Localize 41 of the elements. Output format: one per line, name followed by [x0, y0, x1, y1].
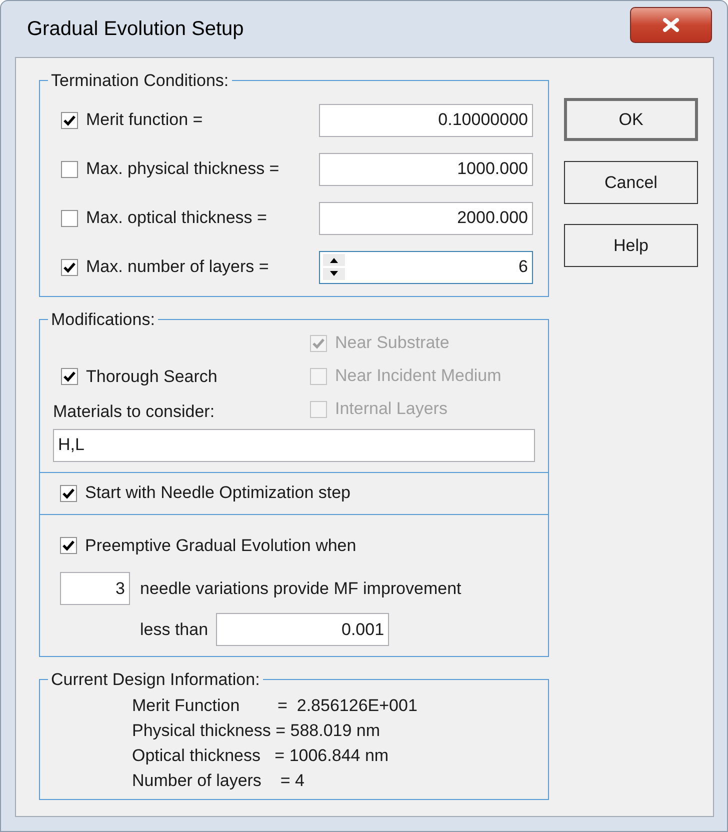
checkbox[interactable]	[61, 160, 78, 178]
value-field[interactable]: 2000.000	[319, 202, 533, 234]
checkbox[interactable]	[61, 368, 78, 386]
count-field[interactable]: 3	[60, 572, 130, 605]
checkbox[interactable]	[60, 536, 77, 554]
checkbox[interactable]	[61, 112, 78, 128]
checkbox[interactable]	[61, 258, 78, 276]
value-field[interactable]: 1000.000	[319, 152, 533, 186]
option-label: Thorough Search	[86, 366, 218, 388]
value-field[interactable]: 0.10000000	[319, 104, 533, 136]
window-title: Gradual Evolution Setup	[27, 17, 244, 42]
info-line: Optical thickness = 1006.844 nm	[132, 744, 390, 766]
dialog-button[interactable]: OK	[564, 98, 698, 141]
close-icon	[662, 18, 680, 32]
materials-label: Materials to consider:	[53, 401, 215, 423]
option-label: Internal Layers	[335, 398, 448, 420]
info-line: Number of layers = 4	[132, 770, 306, 792]
group-title: Modifications:	[50, 308, 156, 330]
materials-field[interactable]: H,L	[53, 428, 535, 462]
dialog-button[interactable]: Help	[564, 224, 698, 267]
dialog-button[interactable]: Cancel	[564, 161, 698, 204]
spinner-arrows-icon[interactable]	[323, 254, 345, 280]
option-label: Preemptive Gradual Evolution when	[85, 534, 356, 556]
group-title: Termination Conditions:	[50, 70, 230, 92]
less-than-label: less than	[140, 618, 208, 641]
checkbox[interactable]	[60, 484, 77, 502]
condition-text: needle variations provide MF improvement	[140, 578, 462, 600]
condition-label: Max. number of layers =	[86, 256, 269, 278]
condition-label: Merit function =	[86, 109, 203, 132]
info-line: Physical thickness = 588.019 nm	[132, 720, 382, 742]
condition-label: Max. physical thickness =	[86, 158, 280, 180]
close-button[interactable]	[630, 7, 712, 43]
condition-label: Max. optical thickness =	[86, 207, 267, 230]
threshold-field[interactable]: 0.001	[216, 613, 390, 646]
info-line: Merit Function = 2.856126E+001	[132, 694, 418, 716]
group-title: Current Design Information:	[50, 669, 261, 691]
spin-field[interactable]: 6	[319, 250, 533, 284]
option-label: Near Incident Medium	[335, 365, 502, 388]
checkbox[interactable]	[61, 210, 78, 226]
option-label: Start with Needle Optimization step	[85, 482, 351, 504]
option-label: Near Substrate	[335, 332, 450, 354]
